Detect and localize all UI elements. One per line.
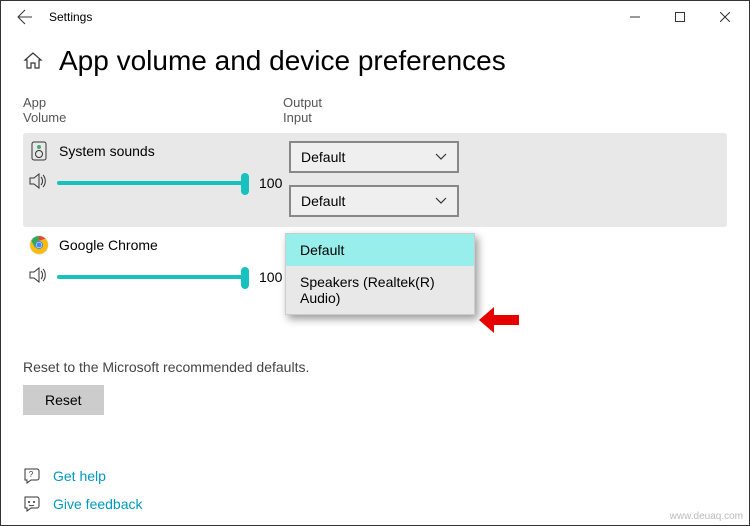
chevron-down-icon bbox=[435, 197, 447, 205]
system-output-select[interactable]: Default bbox=[289, 141, 459, 173]
app-row-system: System sounds 100 Default Default bbox=[23, 133, 727, 227]
system-volume-slider[interactable] bbox=[57, 171, 249, 195]
watermark: www.deuaq.com bbox=[670, 511, 743, 522]
content: App Volume Output Input System sounds bbox=[1, 95, 749, 299]
close-button[interactable] bbox=[702, 1, 747, 33]
chrome-volume-slider[interactable] bbox=[57, 265, 249, 289]
minimize-icon bbox=[630, 12, 640, 22]
back-arrow-icon bbox=[17, 9, 33, 25]
col-input-label: Input bbox=[283, 110, 322, 125]
window-title: Settings bbox=[49, 10, 92, 24]
dropdown-option-default[interactable]: Default bbox=[286, 234, 474, 266]
system-output-value: Default bbox=[301, 149, 345, 165]
col-output-label: Output bbox=[283, 95, 322, 110]
close-icon bbox=[720, 12, 730, 22]
system-volume-value: 100 bbox=[259, 175, 289, 191]
column-headers: App Volume Output Input bbox=[23, 95, 727, 125]
chevron-down-icon bbox=[435, 153, 447, 161]
help-icon: ? bbox=[23, 467, 41, 485]
reset-description: Reset to the Microsoft recommended defau… bbox=[23, 359, 727, 375]
chrome-label: Google Chrome bbox=[59, 237, 158, 253]
header: App volume and device preferences bbox=[1, 33, 749, 95]
system-sounds-icon bbox=[29, 141, 49, 161]
volume-icon bbox=[29, 173, 47, 194]
feedback-label: Give feedback bbox=[53, 496, 143, 512]
minimize-button[interactable] bbox=[612, 1, 657, 33]
page-title: App volume and device preferences bbox=[59, 45, 506, 77]
volume-icon bbox=[29, 267, 47, 288]
feedback-link[interactable]: Give feedback bbox=[23, 495, 143, 513]
footer: ? Get help Give feedback bbox=[23, 467, 143, 513]
system-input-select[interactable]: Default bbox=[289, 185, 459, 217]
reset-section: Reset to the Microsoft recommended defau… bbox=[1, 359, 749, 415]
app-row-chrome: Google Chrome 100 Default Speakers (Real… bbox=[23, 227, 727, 299]
get-help-label: Get help bbox=[53, 468, 106, 484]
feedback-icon bbox=[23, 495, 41, 513]
reset-button[interactable]: Reset bbox=[23, 385, 104, 415]
chrome-icon bbox=[29, 235, 49, 255]
titlebar: Settings bbox=[1, 1, 749, 33]
col-app-label: App bbox=[23, 95, 283, 110]
maximize-button[interactable] bbox=[657, 1, 702, 33]
window-controls bbox=[612, 1, 747, 33]
back-button[interactable] bbox=[3, 1, 47, 33]
system-sounds-label: System sounds bbox=[59, 143, 155, 159]
system-input-value: Default bbox=[301, 193, 345, 209]
chrome-output-dropdown: Default Speakers (Realtek(R) Audio) bbox=[285, 233, 475, 315]
dropdown-option-speakers[interactable]: Speakers (Realtek(R) Audio) bbox=[286, 266, 474, 314]
col-volume-label: Volume bbox=[23, 110, 283, 125]
svg-text:?: ? bbox=[29, 470, 34, 479]
maximize-icon bbox=[675, 12, 685, 22]
get-help-link[interactable]: ? Get help bbox=[23, 467, 143, 485]
arrow-annotation bbox=[479, 307, 519, 333]
home-icon[interactable] bbox=[23, 51, 43, 71]
